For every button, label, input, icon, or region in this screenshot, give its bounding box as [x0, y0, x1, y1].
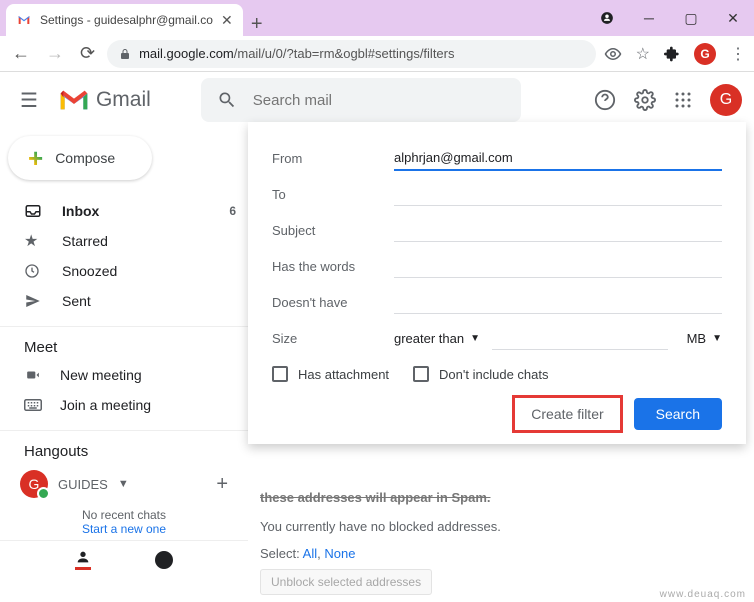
search-icon — [217, 90, 237, 110]
sidebar-item-label: Snoozed — [62, 263, 117, 279]
new-tab-button[interactable]: + — [243, 13, 271, 36]
select-all-link[interactable]: All — [303, 546, 317, 561]
from-label: From — [272, 151, 382, 166]
sidebar-item-inbox[interactable]: Inbox 6 — [0, 196, 248, 226]
watermark: www.deuaq.com — [660, 589, 746, 600]
account-avatar[interactable]: G — [710, 84, 742, 116]
video-icon — [24, 368, 42, 382]
back-button[interactable]: ← — [8, 39, 34, 68]
has-attachment-checkbox[interactable]: Has attachment — [272, 366, 389, 382]
subject-input[interactable] — [394, 218, 722, 242]
dont-include-chats-checkbox[interactable]: Don't include chats — [413, 366, 548, 382]
forward-button[interactable]: → — [42, 39, 68, 68]
sidebar-item-sent[interactable]: Sent — [0, 286, 248, 316]
start-new-chat-link[interactable]: Start a new one — [4, 522, 244, 536]
hamburger-menu-icon[interactable]: ☰ — [12, 80, 46, 121]
maximize-button[interactable]: ▢ — [670, 0, 712, 36]
sidebar: + Compose Inbox 6 ★ Starred Snoozed — [0, 128, 248, 588]
eye-icon[interactable] — [604, 45, 622, 63]
meet-item-label: New meeting — [60, 367, 142, 383]
checkbox-icon — [413, 366, 429, 382]
no-blocked-text: You currently have no blocked addresses. — [260, 519, 742, 534]
meet-join-meeting[interactable]: Join a meeting — [0, 390, 248, 420]
account-icon[interactable] — [586, 0, 628, 36]
chrome-menu-icon[interactable]: ⋮ — [730, 44, 746, 64]
meet-new-meeting[interactable]: New meeting — [0, 360, 248, 390]
haswords-label: Has the words — [272, 259, 382, 274]
tab-close-icon[interactable]: ✕ — [221, 12, 233, 29]
subject-label: Subject — [272, 223, 382, 238]
size-unit-select[interactable]: MB ▼ — [687, 331, 722, 346]
unblock-button[interactable]: Unblock selected addresses — [260, 569, 432, 595]
content-area: From To Subject Has the words Doesn't ha… — [248, 128, 754, 588]
reload-button[interactable]: ⟳ — [76, 39, 99, 68]
hangouts-tab-icon[interactable] — [155, 551, 173, 569]
to-input[interactable] — [394, 182, 722, 206]
doesnthave-input[interactable] — [394, 290, 722, 314]
sidebar-item-starred[interactable]: ★ Starred — [0, 226, 248, 256]
support-icon[interactable] — [594, 89, 616, 111]
chevron-down-icon: ▼ — [470, 333, 480, 344]
size-value-input[interactable] — [492, 326, 668, 350]
haswords-input[interactable] — [394, 254, 722, 278]
contact-tab-icon[interactable] — [75, 549, 91, 570]
meet-heading: Meet — [0, 335, 248, 360]
browser-tab[interactable]: Settings - guidesalphr@gmail.co ✕ — [6, 4, 243, 36]
size-operator-select[interactable]: greater than ▼ — [394, 331, 480, 346]
tab-title: Settings - guidesalphr@gmail.co — [40, 13, 213, 27]
inbox-count: 6 — [229, 204, 236, 218]
compose-button[interactable]: + Compose — [8, 136, 152, 180]
inbox-icon — [24, 202, 44, 220]
profile-avatar[interactable]: G — [694, 43, 716, 65]
hangouts-heading: Hangouts — [0, 439, 248, 464]
spam-text: these addresses will appear in Spam. — [260, 490, 742, 505]
send-icon — [24, 292, 44, 310]
hangouts-tabs — [0, 540, 248, 578]
search-input[interactable] — [253, 92, 505, 109]
no-recent-chats: No recent chats Start a new one — [0, 504, 248, 540]
search-box[interactable] — [201, 78, 521, 122]
meet-item-label: Join a meeting — [60, 397, 151, 413]
browser-title-bar: Settings - guidesalphr@gmail.co ✕ + ─ ▢ … — [0, 0, 754, 36]
star-icon[interactable]: ☆ — [636, 44, 650, 64]
sidebar-item-snoozed[interactable]: Snoozed — [0, 256, 248, 286]
keyboard-icon — [24, 399, 42, 411]
create-filter-button[interactable]: Create filter — [515, 398, 619, 430]
hangouts-avatar: G — [20, 470, 48, 498]
lock-icon — [119, 48, 131, 60]
url-text: mail.google.com/mail/u/0/?tab=rm&ogbl#se… — [139, 46, 454, 61]
gmail-logo[interactable]: Gmail — [58, 88, 151, 112]
url-box[interactable]: mail.google.com/mail/u/0/?tab=rm&ogbl#se… — [107, 40, 596, 68]
from-input[interactable] — [394, 146, 722, 171]
select-label: Select: — [260, 546, 300, 561]
clock-icon — [24, 263, 44, 279]
to-label: To — [272, 187, 382, 202]
settings-gear-icon[interactable] — [634, 89, 656, 111]
filter-panel: From To Subject Has the words Doesn't ha… — [248, 122, 746, 444]
hangouts-username: GUIDES — [58, 477, 108, 492]
apps-grid-icon[interactable] — [674, 91, 692, 109]
close-window-button[interactable]: ✕ — [712, 0, 754, 36]
extensions-icon[interactable] — [664, 46, 680, 62]
compose-label: Compose — [55, 150, 115, 166]
select-none-link[interactable]: None — [324, 546, 355, 561]
sidebar-item-label: Sent — [62, 293, 91, 309]
address-bar: ← → ⟳ mail.google.com/mail/u/0/?tab=rm&o… — [0, 36, 754, 72]
checkbox-icon — [272, 366, 288, 382]
search-button[interactable]: Search — [634, 398, 722, 430]
hangouts-new-chat-button[interactable]: + — [216, 473, 228, 496]
sidebar-item-label: Starred — [62, 233, 108, 249]
size-label: Size — [272, 331, 382, 346]
star-icon: ★ — [24, 231, 44, 251]
gmail-favicon-icon — [16, 12, 32, 28]
chevron-down-icon[interactable]: ▼ — [118, 478, 129, 490]
doesnthave-label: Doesn't have — [272, 295, 382, 310]
hangouts-user-row[interactable]: G GUIDES ▼ + — [0, 464, 248, 504]
plus-icon: + — [28, 143, 43, 174]
gmail-header: ☰ Gmail G — [0, 72, 754, 128]
minimize-button[interactable]: ─ — [628, 0, 670, 36]
chevron-down-icon: ▼ — [712, 333, 722, 344]
sidebar-item-label: Inbox — [62, 203, 99, 219]
